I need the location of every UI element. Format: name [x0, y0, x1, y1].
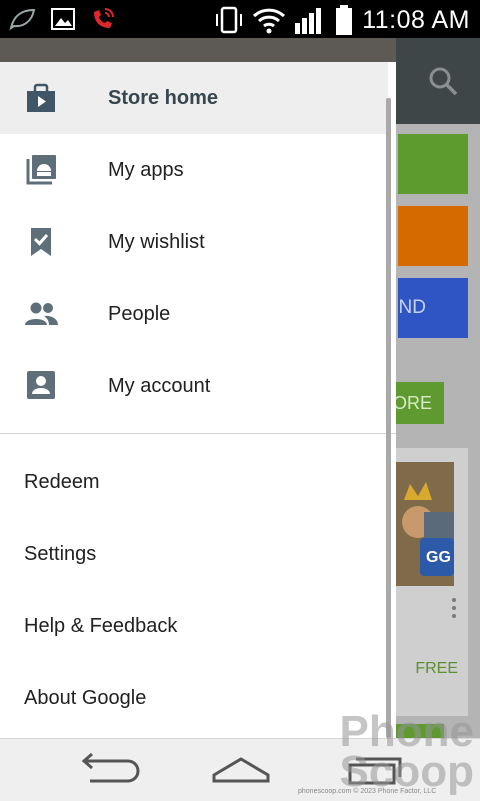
status-bar: 11:08 AM — [0, 0, 480, 38]
drawer-item-label: Store home — [108, 87, 219, 109]
drawer-item-redeem[interactable]: Redeem — [0, 446, 388, 518]
app-thumbnail: GG — [396, 462, 454, 586]
bookmark-check-icon — [31, 228, 51, 256]
account-icon — [27, 371, 55, 399]
game-art-image: GG — [396, 462, 454, 586]
drawer-item-label: People — [108, 303, 171, 325]
vibrate-icon — [216, 6, 243, 34]
overflow-menu-icon[interactable] — [452, 598, 456, 618]
category-tile-green[interactable] — [398, 134, 468, 194]
drawer-header-image — [0, 38, 396, 62]
more-button-text: ORE — [394, 393, 432, 413]
drawer-item-help-feedback[interactable]: Help & Feedback — [0, 590, 388, 662]
drawer-divider — [0, 433, 396, 434]
status-clock: 11:08 AM — [362, 5, 470, 34]
watermark-logo: Phone Scoop — [339, 707, 474, 796]
svg-text:GG: GG — [426, 549, 451, 566]
drawer-item-label: My account — [108, 375, 211, 397]
people-icon — [25, 302, 58, 325]
watermark-line1: Phone — [339, 707, 474, 756]
battery-icon — [336, 5, 353, 35]
phone-call-icon — [94, 8, 114, 28]
android-apps-icon — [26, 155, 56, 185]
navigation-drawer: Store home My apps My wishlist People My… — [0, 62, 396, 738]
drawer-item-label: Redeem — [24, 471, 100, 493]
app-card[interactable]: GG FREE — [396, 448, 468, 716]
more-button[interactable]: ORE — [394, 382, 444, 424]
category-tile-blue[interactable]: ND — [398, 278, 468, 338]
price-free-label: FREE — [415, 660, 458, 677]
drawer-item-people[interactable]: People — [0, 278, 388, 350]
drawer-item-label: About Google — [24, 687, 147, 709]
drawer-item-my-wishlist[interactable]: My wishlist — [0, 206, 388, 278]
watermark-credit: phonescoop.com © 2023 Phone Factor, LLC — [298, 788, 437, 795]
drawer-item-label: My wishlist — [108, 231, 205, 253]
home-icon[interactable] — [206, 749, 276, 789]
tile-blue-text: ND — [398, 297, 426, 318]
search-icon[interactable] — [428, 66, 458, 96]
watermark-line2: Scoop — [339, 747, 474, 796]
drawer-item-my-account[interactable]: My account — [0, 350, 388, 422]
category-tile-orange[interactable] — [398, 206, 468, 266]
leaf-icon — [9, 8, 36, 31]
system-status-icons: 11:08 AM — [214, 4, 470, 36]
signal-icon — [295, 8, 322, 34]
image-icon — [51, 8, 75, 30]
drawer-item-about-google[interactable]: About Google — [0, 662, 388, 734]
drawer-item-label: Settings — [24, 543, 97, 565]
drawer-item-label: Help & Feedback — [24, 615, 178, 637]
drawer-item-store-home[interactable]: Store home — [0, 62, 388, 134]
drawer-item-label: My apps — [108, 159, 184, 181]
store-bag-icon — [27, 83, 55, 112]
wifi-icon — [253, 8, 286, 34]
notification-icons — [8, 6, 116, 32]
drawer-scrollbar[interactable] — [386, 98, 391, 738]
back-icon[interactable] — [74, 749, 144, 789]
drawer-item-settings[interactable]: Settings — [0, 518, 388, 590]
drawer-item-my-apps[interactable]: My apps — [0, 134, 388, 206]
